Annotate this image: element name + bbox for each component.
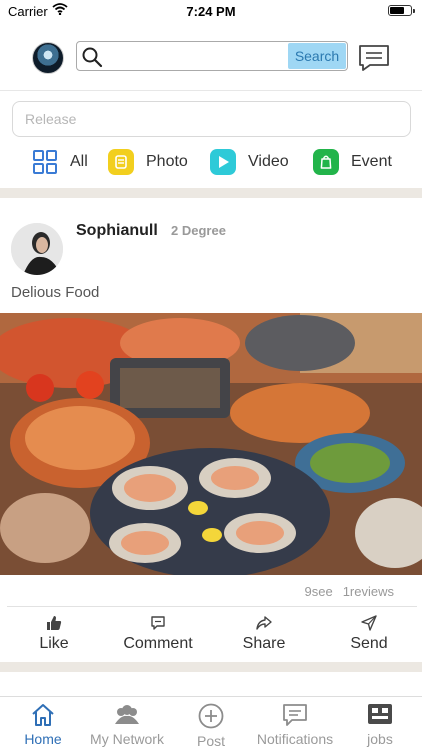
tab-jobs[interactable]: jobs: [358, 697, 402, 750]
photo-icon: [108, 149, 134, 175]
thumbs-up-icon: [29, 615, 79, 631]
post-author-avatar[interactable]: [11, 223, 63, 275]
post-stats: 9see 1reviews: [305, 584, 395, 599]
search-input[interactable]: [105, 44, 285, 68]
bottom-tab-bar: Home My Network Post Notifications jobs: [0, 696, 422, 750]
event-icon: [313, 149, 339, 175]
tab-notifications[interactable]: Notifications: [252, 697, 338, 750]
filter-row: All Photo Video Event: [0, 146, 422, 178]
filter-video-label: Video: [248, 153, 289, 170]
home-icon: [18, 703, 68, 727]
network-icon: [82, 703, 172, 727]
post-image[interactable]: [0, 313, 422, 575]
connection-degree-badge: 2 Degree: [171, 223, 226, 238]
tab-home-label: Home: [24, 731, 62, 747]
release-input[interactable]: Release: [12, 101, 411, 137]
tab-my-network-label: My Network: [90, 731, 164, 747]
like-label: Like: [39, 635, 69, 652]
tab-post-label: Post: [196, 733, 225, 749]
comment-icon: [117, 615, 199, 631]
jobs-icon: [358, 703, 402, 727]
share-button[interactable]: Share: [235, 607, 293, 659]
chat-icon[interactable]: [358, 44, 390, 77]
header: Search: [0, 26, 422, 88]
tab-notifications-label: Notifications: [256, 731, 334, 747]
share-icon: [235, 615, 293, 631]
filter-video[interactable]: Video: [210, 146, 289, 178]
post-text: Delious Food: [11, 284, 100, 301]
filter-photo[interactable]: Photo: [108, 146, 188, 178]
notifications-icon: [252, 703, 338, 727]
status-time: 7:24 PM: [186, 4, 236, 19]
filter-all-label: All: [70, 153, 88, 170]
tab-my-network[interactable]: My Network: [82, 697, 172, 750]
post-actions: Like Comment Share Send: [7, 606, 417, 658]
comment-button[interactable]: Comment: [117, 607, 199, 659]
section-separator: [0, 188, 422, 198]
send-button[interactable]: Send: [344, 607, 394, 659]
send-label: Send: [350, 635, 388, 652]
grid-icon: [32, 149, 58, 175]
like-button[interactable]: Like: [29, 607, 79, 659]
search-bar: Search: [76, 41, 348, 71]
header-divider: [0, 90, 422, 91]
tab-jobs-label: jobs: [367, 731, 393, 747]
profile-avatar[interactable]: [32, 42, 64, 74]
send-icon: [344, 615, 394, 631]
play-icon: [210, 149, 236, 175]
views-count: 9see: [304, 584, 333, 599]
filter-event-label: Event: [351, 153, 392, 170]
tab-home[interactable]: Home: [18, 697, 68, 750]
filter-all[interactable]: All: [32, 146, 88, 178]
comment-label: Comment: [123, 635, 193, 652]
search-icon: [81, 46, 103, 70]
section-separator: [0, 662, 422, 672]
filter-event[interactable]: Event: [313, 146, 392, 178]
post-author-name[interactable]: Sophianull: [76, 222, 158, 240]
status-bar: Carrier 7:24 PM: [0, 0, 422, 24]
battery-icon: [388, 5, 415, 16]
filter-photo-label: Photo: [146, 153, 188, 170]
reviews-count[interactable]: 1reviews: [343, 584, 394, 599]
tab-post[interactable]: Post: [188, 697, 234, 750]
plus-circle-icon: [188, 703, 234, 729]
share-label: Share: [242, 635, 286, 652]
search-button[interactable]: Search: [288, 43, 346, 69]
